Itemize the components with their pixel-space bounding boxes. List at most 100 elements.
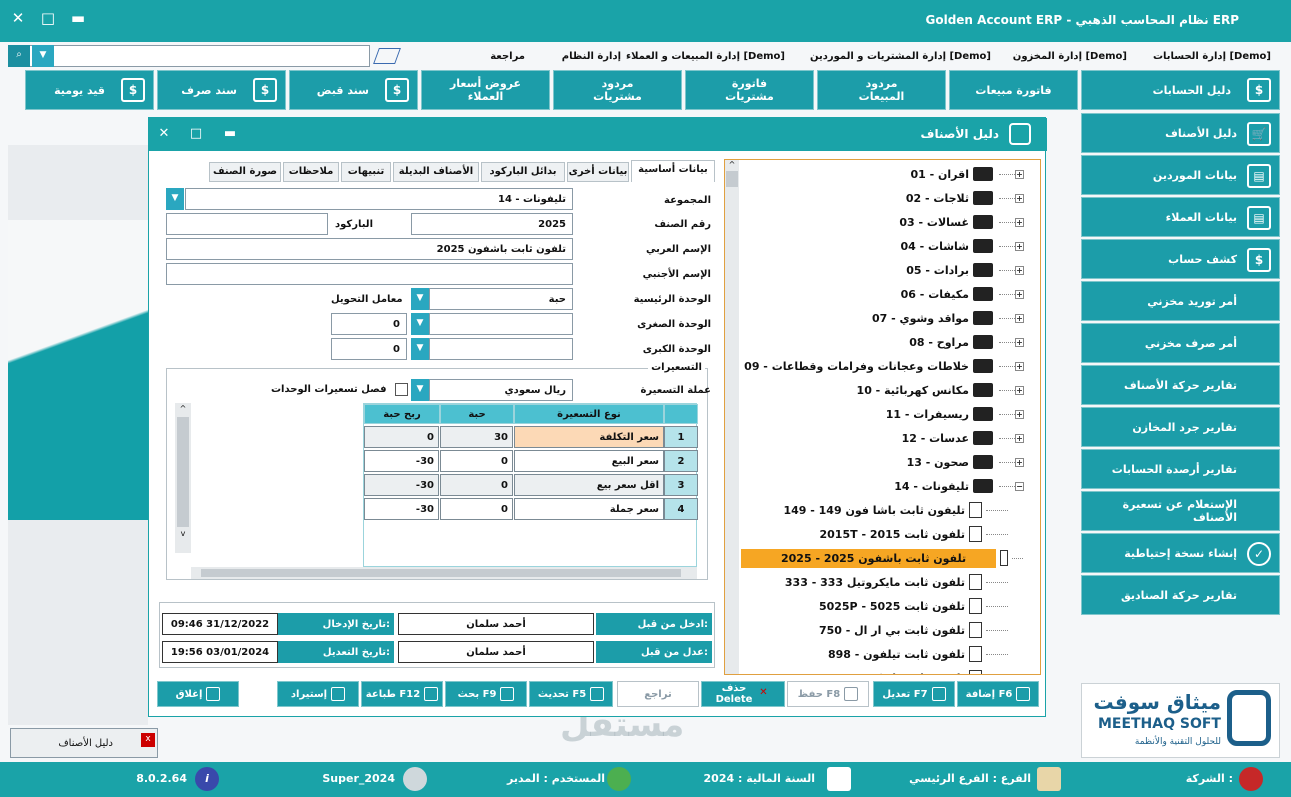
- toolbar-sales-return[interactable]: مردود المبيعات: [817, 70, 946, 110]
- expand-icon[interactable]: +: [1015, 385, 1024, 395]
- row4-type[interactable]: سعر جملة: [514, 498, 664, 520]
- tree-group-node[interactable]: 06 - مكيفات +: [741, 282, 1038, 306]
- row1-unit[interactable]: 30: [440, 426, 513, 448]
- sidebar-suppliers[interactable]: بيانات الموردين ▤: [1081, 155, 1280, 195]
- import-button[interactable]: إستيراد: [277, 681, 359, 707]
- tree-item-node[interactable]: 750 - تلفون ثابت بي ار ال: [741, 618, 1038, 642]
- chevron-down-icon[interactable]: ▼: [411, 379, 429, 401]
- tree-group-node[interactable]: 02 - ثلاجات +: [741, 186, 1038, 210]
- close-icon[interactable]: x: [141, 733, 155, 747]
- row3-type[interactable]: اقل سعر بيع: [514, 474, 664, 496]
- toolbar-receipt-voucher[interactable]: سند قبض $: [289, 70, 418, 110]
- tree-group-node[interactable]: 05 - برادات +: [741, 258, 1038, 282]
- toolbar-customer-quotes[interactable]: عروض أسعار العملاء: [421, 70, 550, 110]
- row2-type[interactable]: سعر البيع: [514, 450, 664, 472]
- expand-icon[interactable]: +: [1015, 409, 1024, 419]
- edit-button[interactable]: تعديل F7: [873, 681, 955, 707]
- chevron-down-icon[interactable]: ▼: [411, 338, 429, 360]
- search-button[interactable]: بحث F9: [445, 681, 527, 707]
- menu-purchases[interactable]: إدارة المشتريات و الموردين [Demo]: [810, 51, 991, 62]
- row1-type[interactable]: سعر التكلفة: [514, 426, 664, 448]
- expand-icon[interactable]: +: [1015, 313, 1024, 323]
- minimize-icon[interactable]: ▬: [217, 122, 243, 146]
- sidebar-items-movement-report[interactable]: تقارير حركة الأصناف: [1081, 365, 1280, 405]
- menu-accounts[interactable]: إدارة الحسابات [Demo]: [1153, 51, 1271, 62]
- expand-icon[interactable]: +: [1015, 217, 1024, 227]
- row3-unit[interactable]: 0: [440, 474, 513, 496]
- binoculars-icon[interactable]: ⌕: [8, 45, 30, 67]
- tree-group-node[interactable]: 01 - اقران +: [741, 162, 1038, 186]
- minimize-icon[interactable]: ▬: [64, 5, 92, 33]
- refresh-button[interactable]: تحديث F5: [529, 681, 613, 707]
- toolbar-journal-entry[interactable]: قيد يومية $: [25, 70, 154, 110]
- toolbar-sales-invoice[interactable]: فاتورة مبيعات: [949, 70, 1078, 110]
- tree-group-node[interactable]: 11 - ريسيفرات +: [741, 402, 1038, 426]
- toolbar-accounts-guide[interactable]: دليل الحسابات $: [1081, 70, 1280, 110]
- menu-review[interactable]: مراجعة: [490, 51, 525, 62]
- expand-icon[interactable]: +: [1015, 241, 1024, 251]
- tab-barcode-alternatives[interactable]: بدائل الباركود: [481, 162, 565, 182]
- main-unit-select[interactable]: حبة: [429, 288, 573, 310]
- currency-select[interactable]: ريال سعودي: [429, 379, 573, 401]
- expand-icon[interactable]: +: [1015, 457, 1024, 467]
- tree-item-node[interactable]: 149 - تليفون ثابت باشا فون 149: [741, 498, 1038, 522]
- sidebar-cashbox-report[interactable]: تقارير حركة الصناديق: [1081, 575, 1280, 615]
- barcode-input[interactable]: [166, 213, 328, 235]
- tree-group-node[interactable]: 07 - مواقد وشوي +: [741, 306, 1038, 330]
- expand-icon[interactable]: +: [1015, 169, 1024, 179]
- tree-item-node[interactable]: 2025 - تلفون ثابت باشفون 2025: [741, 546, 1038, 570]
- chevron-down-icon[interactable]: ▼: [166, 188, 184, 210]
- sidebar-stock-supply[interactable]: أمر توريد مخزني: [1081, 281, 1280, 321]
- tree-group-node[interactable]: 09 - خلاطات وعجانات وفرامات وقطاعات +: [741, 354, 1038, 378]
- toolbar-purchase-return[interactable]: مردود مشتريات: [553, 70, 682, 110]
- expand-icon[interactable]: +: [1015, 193, 1024, 203]
- tree-group-node[interactable]: 14 - تليفونات −: [741, 474, 1038, 498]
- group-select[interactable]: 14 - تليفونات: [185, 188, 573, 210]
- sidebar-account-statement[interactable]: كشف حساب $: [1081, 239, 1280, 279]
- close-icon[interactable]: ✕: [151, 122, 177, 146]
- chevron-down-icon[interactable]: ▼: [411, 313, 429, 335]
- chevron-down-icon[interactable]: ▼: [411, 288, 429, 310]
- tab-alerts[interactable]: تنبيهات: [341, 162, 391, 182]
- tab-alternative-items[interactable]: الأصناف البديلة: [393, 162, 479, 182]
- row3-profit[interactable]: -30: [364, 474, 439, 496]
- toolbar-payment-voucher[interactable]: سند صرف $: [157, 70, 286, 110]
- grid-vertical-scrollbar[interactable]: ^ v: [175, 403, 191, 553]
- expand-icon[interactable]: +: [1015, 433, 1024, 443]
- sidebar-backup[interactable]: إنشاء نسخة إحتياطية ✓: [1081, 533, 1280, 573]
- row1-profit[interactable]: 0: [364, 426, 439, 448]
- grid-horizontal-scrollbar[interactable]: [191, 567, 697, 579]
- tab-other-info[interactable]: بيانات أخرى: [567, 162, 629, 182]
- sidebar-items-guide[interactable]: دليل الأصناف 🛒: [1081, 113, 1280, 153]
- separate-pricing-checkbox[interactable]: [395, 383, 408, 396]
- sidebar-price-inquiry[interactable]: الإستعلام عن تسعيرة الأصناف: [1081, 491, 1280, 531]
- tree-item-node[interactable]: 333 - تلفون ثابت مايكروتيل 333: [741, 570, 1038, 594]
- expand-icon[interactable]: +: [1015, 265, 1024, 275]
- tab-notes[interactable]: ملاحظات: [283, 162, 339, 182]
- small-unit-select[interactable]: [429, 313, 573, 335]
- row2-unit[interactable]: 0: [440, 450, 513, 472]
- tree-item-node[interactable]: 2015T - تلفون ثابت 2015: [741, 522, 1038, 546]
- chevron-down-icon[interactable]: ▼: [32, 45, 54, 67]
- tree-scrollbar[interactable]: ^: [725, 160, 739, 674]
- delete-button[interactable]: حذف Delete ✕: [701, 681, 785, 707]
- taskbar-window-items-guide[interactable]: x دليل الأصناف: [10, 728, 158, 758]
- row4-unit[interactable]: 0: [440, 498, 513, 520]
- tree-item-node[interactable]: A5-1014 - تلفون ثابت باسكو: [741, 666, 1038, 674]
- expand-icon[interactable]: +: [1015, 289, 1024, 299]
- print-button[interactable]: طباعة F12: [361, 681, 443, 707]
- expand-icon[interactable]: +: [1015, 337, 1024, 347]
- info-icon[interactable]: i: [195, 767, 219, 791]
- collapse-icon[interactable]: −: [1015, 481, 1024, 491]
- tab-item-image[interactable]: صورة الصنف: [209, 162, 281, 182]
- search-input[interactable]: [8, 45, 370, 67]
- toolbar-purchase-invoice[interactable]: فاتورة مشتريات: [685, 70, 814, 110]
- sidebar-stock-issue[interactable]: أمر صرف مخزني: [1081, 323, 1280, 363]
- tree-group-node[interactable]: 03 - غسالات +: [741, 210, 1038, 234]
- expand-icon[interactable]: +: [1015, 361, 1024, 371]
- large-unit-factor[interactable]: 0: [331, 338, 407, 360]
- menu-sales[interactable]: إدارة المبيعات و العملاء [Demo]: [626, 51, 785, 62]
- save-button[interactable]: حفظ F8: [787, 681, 869, 707]
- sidebar-customers[interactable]: بيانات العملاء ▤: [1081, 197, 1280, 237]
- tree-item-node[interactable]: 898 - تلفون ثابت تيلفون: [741, 642, 1038, 666]
